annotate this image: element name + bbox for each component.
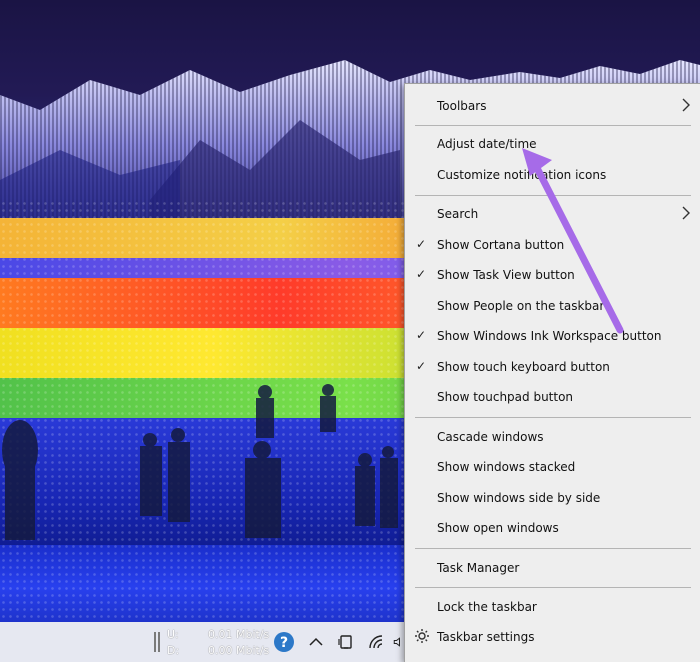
- menu-item-label: Adjust date/time: [437, 137, 537, 151]
- menu-item-search[interactable]: Search: [405, 200, 700, 230]
- menu-item-lock-taskbar[interactable]: Lock the taskbar: [405, 593, 700, 623]
- taskbar-divider: [154, 632, 156, 652]
- chevron-up-icon[interactable]: [304, 630, 328, 654]
- menu-item-label: Show windows stacked: [437, 460, 576, 474]
- menu-separator: [415, 548, 691, 549]
- menu-separator: [415, 417, 691, 418]
- upload-label: U:: [167, 628, 179, 641]
- chevron-right-icon: [682, 98, 690, 112]
- menu-item-show-windows-stacked[interactable]: Show windows stacked: [405, 453, 700, 483]
- menu-item-taskbar-settings[interactable]: Taskbar settings: [405, 623, 700, 653]
- menu-item-label: Show open windows: [437, 521, 559, 535]
- menu-item-cascade-windows[interactable]: Cascade windows: [405, 423, 700, 453]
- menu-item-label: Show Cortana button: [437, 238, 565, 252]
- menu-item-label: Show Task View button: [437, 268, 575, 282]
- menu-item-label: Customize notification icons: [437, 168, 607, 182]
- chevron-right-icon: [682, 206, 690, 220]
- menu-item-label: Show People on the taskbar: [437, 299, 605, 313]
- svg-text:?: ?: [280, 635, 288, 651]
- device-icon[interactable]: [334, 630, 358, 654]
- menu-item-label: Cascade windows: [437, 430, 544, 444]
- menu-item-label: Show Windows Ink Workspace button: [437, 329, 662, 343]
- checkmark-icon: ✓: [416, 359, 427, 373]
- checkmark-icon: ✓: [416, 328, 427, 342]
- help-icon[interactable]: ?: [272, 630, 296, 654]
- menu-item-label: Show windows side by side: [437, 491, 601, 505]
- menu-item-show-touch-keyboard[interactable]: ✓ Show touch keyboard button: [405, 353, 700, 383]
- volume-icon[interactable]: [392, 630, 404, 654]
- download-label: D:: [167, 644, 180, 657]
- menu-item-label: Task Manager: [437, 561, 520, 575]
- menu-item-label: Lock the taskbar: [437, 600, 537, 614]
- wifi-icon[interactable]: [365, 630, 389, 654]
- menu-item-show-open-windows[interactable]: Show open windows: [405, 514, 700, 544]
- taskbar-context-menu: Toolbars Adjust date/time Customize noti…: [404, 83, 700, 662]
- menu-item-show-touchpad[interactable]: ✓ Show touchpad button: [405, 383, 700, 413]
- menu-item-show-windows-side-by-side[interactable]: Show windows side by side: [405, 484, 700, 514]
- menu-item-label: Toolbars: [437, 99, 487, 113]
- checkmark-icon: ✓: [416, 237, 427, 251]
- menu-item-show-task-view-button[interactable]: ✓ Show Task View button: [405, 261, 700, 291]
- menu-item-label: Show touch keyboard button: [437, 360, 610, 374]
- menu-separator: [415, 195, 691, 196]
- checkmark-icon: ✓: [416, 267, 427, 281]
- download-speed: 0.00 Mbit/s: [208, 644, 270, 657]
- upload-speed: 0.01 Mbit/s: [208, 628, 270, 641]
- menu-item-show-cortana-button[interactable]: ✓ Show Cortana button: [405, 231, 700, 261]
- menu-item-show-ink-workspace[interactable]: ✓ Show Windows Ink Workspace button: [405, 322, 700, 352]
- menu-item-label: Taskbar settings: [437, 630, 535, 644]
- menu-item-label: Show touchpad button: [437, 390, 574, 404]
- menu-item-toolbars[interactable]: Toolbars: [405, 92, 700, 122]
- menu-separator: [415, 587, 691, 588]
- menu-item-adjust-datetime[interactable]: Adjust date/time: [405, 130, 700, 160]
- gear-icon: [415, 629, 429, 643]
- menu-item-show-people[interactable]: ✓ Show People on the taskbar: [405, 292, 700, 322]
- menu-item-task-manager[interactable]: Task Manager: [405, 554, 700, 584]
- menu-item-customize-notification-icons[interactable]: Customize notification icons: [405, 161, 700, 191]
- menu-separator: [415, 125, 691, 126]
- menu-item-label: Search: [437, 207, 479, 221]
- taskbar-divider: [158, 632, 160, 652]
